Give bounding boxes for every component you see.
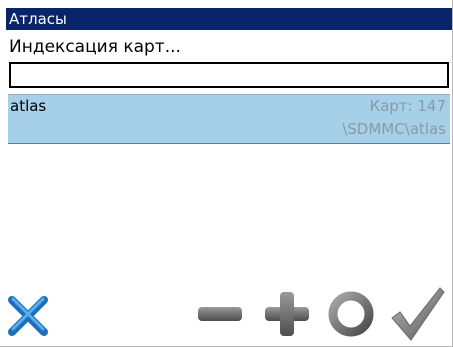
indexing-progress-bar: [9, 62, 449, 88]
atlas-path: \SDMMC\atlas: [342, 120, 446, 138]
plus-icon: [265, 292, 309, 336]
indexing-status-text: Индексация карт...: [9, 37, 181, 57]
checkmark-icon: [391, 287, 445, 341]
app-window: Атласы Индексация карт... atlas Карт: 14…: [0, 0, 453, 347]
window-title: Атласы: [9, 10, 67, 28]
bottom-toolbar: [0, 280, 452, 346]
ok-button[interactable]: [388, 280, 446, 344]
refresh-icon: [328, 291, 374, 337]
atlas-map-count: Карт: 147: [369, 97, 446, 115]
atlas-name: atlas: [10, 97, 47, 115]
add-button[interactable]: [262, 280, 312, 344]
atlas-list-item[interactable]: atlas Карт: 147 \SDMMC\atlas: [8, 94, 450, 144]
refresh-button[interactable]: [324, 280, 378, 344]
minus-icon: [198, 307, 242, 321]
remove-button[interactable]: [196, 280, 244, 344]
atlas-list[interactable]: atlas Карт: 147 \SDMMC\atlas: [8, 94, 452, 280]
close-icon: [8, 296, 48, 336]
close-button[interactable]: [6, 280, 50, 344]
window-title-bar: Атласы: [6, 8, 452, 30]
